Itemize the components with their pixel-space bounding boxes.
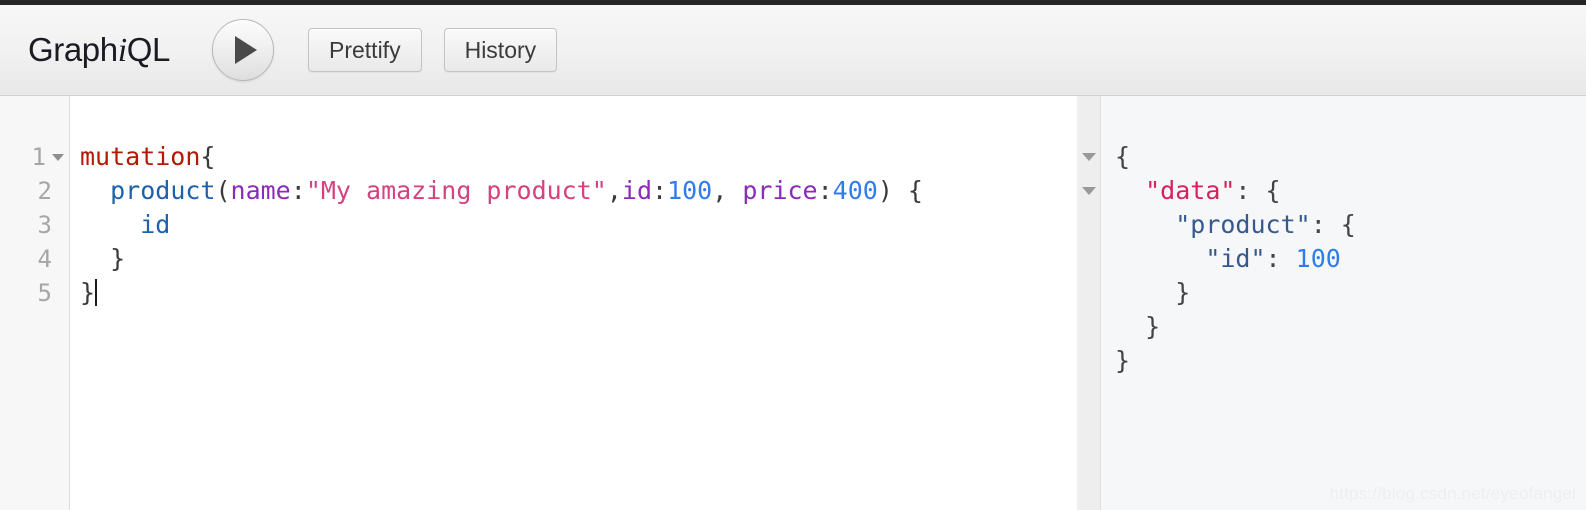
token-number: 100 — [667, 176, 713, 205]
editor-line-number-gutter: 1 2 3 4 5 — [0, 96, 70, 510]
token-brace: : { — [1310, 210, 1356, 239]
line-number: 1 — [31, 143, 46, 171]
token-punct: : — [1265, 244, 1296, 273]
token-number: 400 — [832, 176, 878, 205]
token-punct: { — [200, 142, 216, 171]
play-triangle-icon — [235, 36, 257, 64]
token-punct: : — [290, 176, 306, 205]
token-field: product — [110, 176, 216, 205]
token-brace: } — [1115, 278, 1191, 307]
token-punct: , — [712, 176, 743, 205]
code-line: } — [80, 276, 1077, 310]
result-line: } — [1115, 310, 1586, 344]
panes-container: 1 2 3 4 5 mutation{product(name:"My ama… — [0, 96, 1586, 510]
token-keyword: mutation — [80, 142, 201, 171]
gutter-row: 3 — [0, 208, 69, 242]
chevron-down-icon[interactable] — [1081, 153, 1096, 161]
execute-query-button[interactable] — [212, 19, 274, 81]
token-punct: } — [80, 278, 96, 307]
token-punct: } — [80, 244, 126, 273]
token-brace: : { — [1235, 176, 1281, 205]
result-line: "data": { — [1115, 174, 1586, 208]
code-line: } — [80, 242, 1077, 276]
gutter-row: 5 — [0, 276, 69, 310]
token-punct: , — [606, 176, 622, 205]
token-brace: } — [1115, 346, 1131, 375]
token-brace: } — [1115, 312, 1161, 341]
result-line: { — [1115, 140, 1586, 174]
code-line: id — [80, 208, 1077, 242]
logo-text-part2: QL — [126, 30, 171, 68]
token-punct: ) { — [877, 176, 923, 205]
gutter-row: 1 — [0, 140, 69, 174]
app-logo: GraphiQL — [28, 31, 170, 70]
gutter-row — [1077, 174, 1100, 208]
gutter-row: 4 — [0, 242, 69, 276]
token-number: 100 — [1295, 244, 1341, 273]
token-json-key: "id" — [1205, 244, 1266, 273]
token-json-key: "data" — [1145, 176, 1236, 205]
token-string: "My amazing product" — [305, 176, 607, 205]
result-line: } — [1115, 344, 1586, 378]
graphiql-window: GraphiQL Prettify History 1 2 3 4 5 muta… — [0, 0, 1586, 510]
token-punct: ( — [215, 176, 231, 205]
prettify-button[interactable]: Prettify — [308, 28, 422, 72]
gutter-row — [1077, 140, 1100, 174]
line-number: 5 — [37, 279, 52, 307]
token-argname: price — [742, 176, 818, 205]
text-cursor — [95, 279, 98, 306]
result-line: "id": 100 — [1115, 242, 1586, 276]
history-button[interactable]: History — [443, 28, 558, 72]
result-viewer-pane[interactable]: { "data": { "product": { "id": 100 } } } — [1101, 96, 1586, 510]
token-punct: : — [817, 176, 833, 205]
line-number: 2 — [37, 177, 52, 205]
chevron-down-icon[interactable] — [1081, 187, 1096, 195]
logo-text-part1: Graph — [28, 30, 118, 68]
code-line: mutation{ — [80, 140, 1077, 174]
toolbar: GraphiQL Prettify History — [0, 5, 1586, 96]
token-field: id — [140, 210, 171, 239]
query-editor-pane[interactable]: 1 2 3 4 5 mutation{product(name:"My ama… — [0, 96, 1077, 510]
token-argname: name — [230, 176, 291, 205]
token-argname: id — [621, 176, 653, 205]
gutter-row: 2 — [0, 174, 69, 208]
token-json-key: "product" — [1175, 210, 1311, 239]
watermark-text: https://blog.csdn.net/eyeofangel — [1329, 484, 1576, 503]
query-code-area[interactable]: mutation{ product(name:"My amazing produ… — [70, 96, 1077, 510]
chevron-down-icon[interactable] — [52, 153, 64, 161]
line-number: 3 — [37, 211, 52, 239]
line-number: 4 — [37, 245, 52, 273]
result-fold-gutter — [1077, 96, 1101, 510]
token-punct: : — [652, 176, 668, 205]
token-brace: { — [1115, 142, 1131, 171]
result-line: "product": { — [1115, 208, 1586, 242]
result-line: } — [1115, 276, 1586, 310]
logo-text-italic-i: i — [117, 31, 127, 69]
code-line: product(name:"My amazing product",id:100… — [80, 174, 1077, 208]
